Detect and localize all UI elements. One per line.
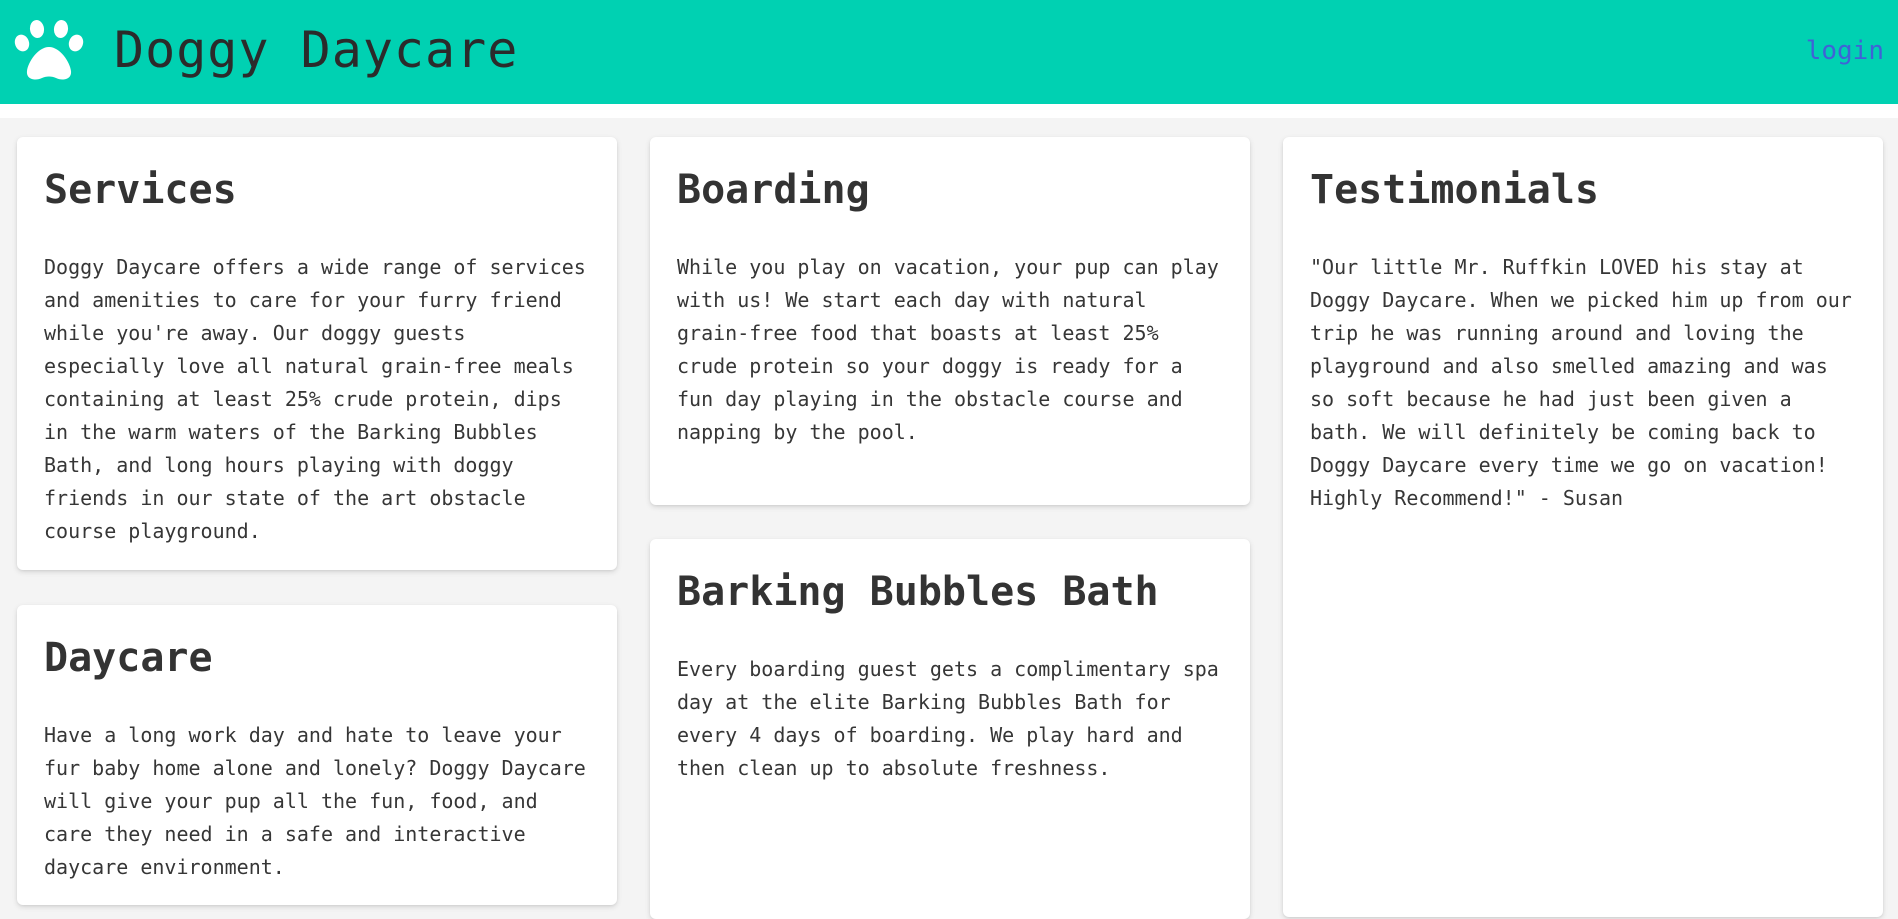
card-body: Every boarding guest gets a complimentar…: [677, 657, 1219, 780]
barking-bubbles-bath-card: Barking Bubbles Bath Every boarding gues…: [650, 539, 1250, 919]
card-body: While you play on vacation, your pup can…: [677, 255, 1219, 444]
services-card: Services Doggy Daycare offers a wide ran…: [17, 137, 617, 570]
card-title: Boarding: [677, 167, 870, 213]
testimonial-quote: "Our little Mr. Ruffkin LOVED his stay a…: [1310, 255, 1852, 510]
card-title: Barking Bubbles Bath: [677, 569, 1159, 615]
header-divider: [0, 104, 1898, 118]
testimonials-card: Testimonials "Our little Mr. Ruffkin LOV…: [1283, 137, 1883, 917]
card-title: Services: [44, 167, 237, 213]
paw-print-icon: [14, 20, 84, 80]
card-title: Daycare: [44, 635, 213, 681]
site-title: Doggy Daycare: [114, 21, 519, 79]
boarding-card: Boarding While you play on vacation, you…: [650, 137, 1250, 505]
site-header: Doggy Daycare login: [0, 0, 1898, 104]
card-title: Testimonials: [1310, 167, 1599, 213]
daycare-card: Daycare Have a long work day and hate to…: [17, 605, 617, 905]
card-body: Doggy Daycare offers a wide range of ser…: [44, 255, 586, 543]
login-link[interactable]: login: [1806, 34, 1884, 68]
card-body: Have a long work day and hate to leave y…: [44, 723, 586, 879]
